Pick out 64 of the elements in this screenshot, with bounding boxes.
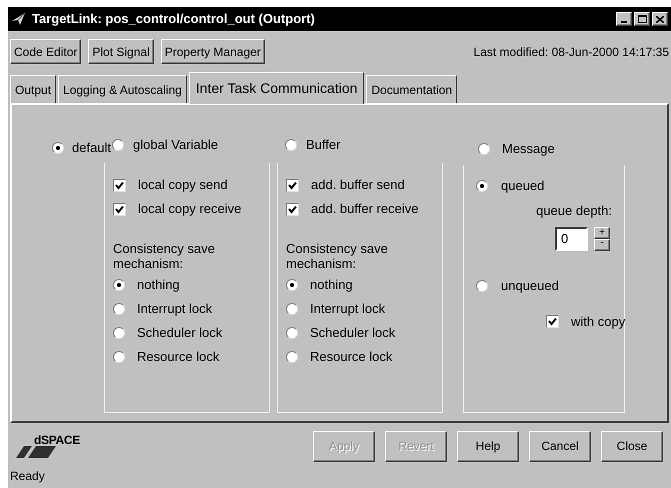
radio-button[interactable] — [286, 351, 298, 363]
dialog-button[interactable]: Cancel — [529, 430, 591, 462]
option-label: Interrupt lock — [137, 300, 212, 318]
option-label: unqueued — [501, 276, 559, 295]
option-label: Message — [502, 140, 555, 158]
option-label: queued — [501, 177, 544, 196]
toolbar-button[interactable]: Code Editor — [10, 39, 82, 64]
close-icon — [656, 16, 664, 22]
consistency-label: Consistency save mechanism: — [286, 241, 389, 271]
radio-button[interactable] — [476, 280, 488, 292]
toolbar-button[interactable]: Plot Signal — [88, 39, 154, 64]
radio-button[interactable] — [478, 143, 490, 155]
status-text: Ready — [9, 468, 46, 485]
option-label: Buffer — [306, 136, 340, 154]
close-button[interactable] — [652, 12, 668, 26]
option-label: local copy receive — [138, 200, 242, 218]
option-label: Interrupt lock — [310, 300, 386, 318]
option-label: Scheduler lock — [310, 324, 396, 342]
radio-button[interactable] — [286, 303, 298, 315]
radio-button[interactable] — [52, 142, 64, 154]
checkbox[interactable] — [113, 202, 126, 216]
option-label: with copy — [571, 312, 626, 331]
option-label: local copy send — [138, 176, 228, 194]
option-label: add. buffer send — [311, 176, 405, 194]
radio-button[interactable] — [112, 139, 124, 151]
toolbar-button[interactable]: Property Manager — [160, 39, 265, 64]
radio-button[interactable] — [113, 351, 125, 363]
radio-button[interactable] — [286, 327, 298, 339]
radio-button[interactable] — [113, 327, 125, 339]
app-icon — [11, 11, 27, 27]
checkbox[interactable] — [286, 202, 299, 216]
checkbox[interactable] — [113, 178, 126, 192]
tab[interactable]: Output — [10, 75, 56, 103]
option-label: add. buffer receive — [311, 200, 418, 218]
last-modified-text: Last modified: 08-Jun-2000 14:17:35 — [474, 44, 669, 60]
spin-down-button[interactable]: - — [594, 238, 610, 250]
maximize-button[interactable] — [634, 12, 650, 26]
radio-button[interactable] — [285, 139, 297, 151]
dialog-button[interactable]: Close — [601, 430, 663, 462]
minimize-button[interactable] — [616, 12, 632, 26]
option-label: Resource lock — [137, 348, 220, 366]
checkbox[interactable] — [286, 178, 299, 192]
logo-stripes-icon — [16, 446, 58, 458]
dspace-logo-text: dSPACE — [34, 434, 80, 446]
tab[interactable]: Documentation — [366, 75, 458, 103]
radio-button[interactable] — [476, 180, 488, 192]
dialog-button[interactable]: Help — [457, 430, 519, 462]
radio-button[interactable] — [113, 279, 125, 291]
tab[interactable]: Inter Task Communication — [188, 72, 364, 104]
queue-depth-label: queue depth: — [536, 202, 612, 220]
tab[interactable]: Logging & Autoscaling — [58, 75, 187, 103]
option-label: default — [72, 139, 112, 158]
option-label: Scheduler lock — [137, 324, 222, 342]
checkbox[interactable] — [546, 315, 559, 328]
window-title: TargetLink: pos_control/control_out (Outport) — [32, 10, 316, 28]
consistency-label: Consistency save mechanism: — [113, 241, 216, 271]
radio-button[interactable] — [286, 279, 298, 291]
spin-up-button[interactable]: + — [594, 226, 610, 238]
option-label: nothing — [137, 276, 180, 294]
option-label: global Variable — [133, 136, 218, 154]
option-label: nothing — [310, 276, 353, 294]
option-label: Resource lock — [310, 348, 392, 366]
radio-button[interactable] — [113, 303, 125, 315]
queue-depth-field[interactable]: 0 — [555, 226, 588, 250]
